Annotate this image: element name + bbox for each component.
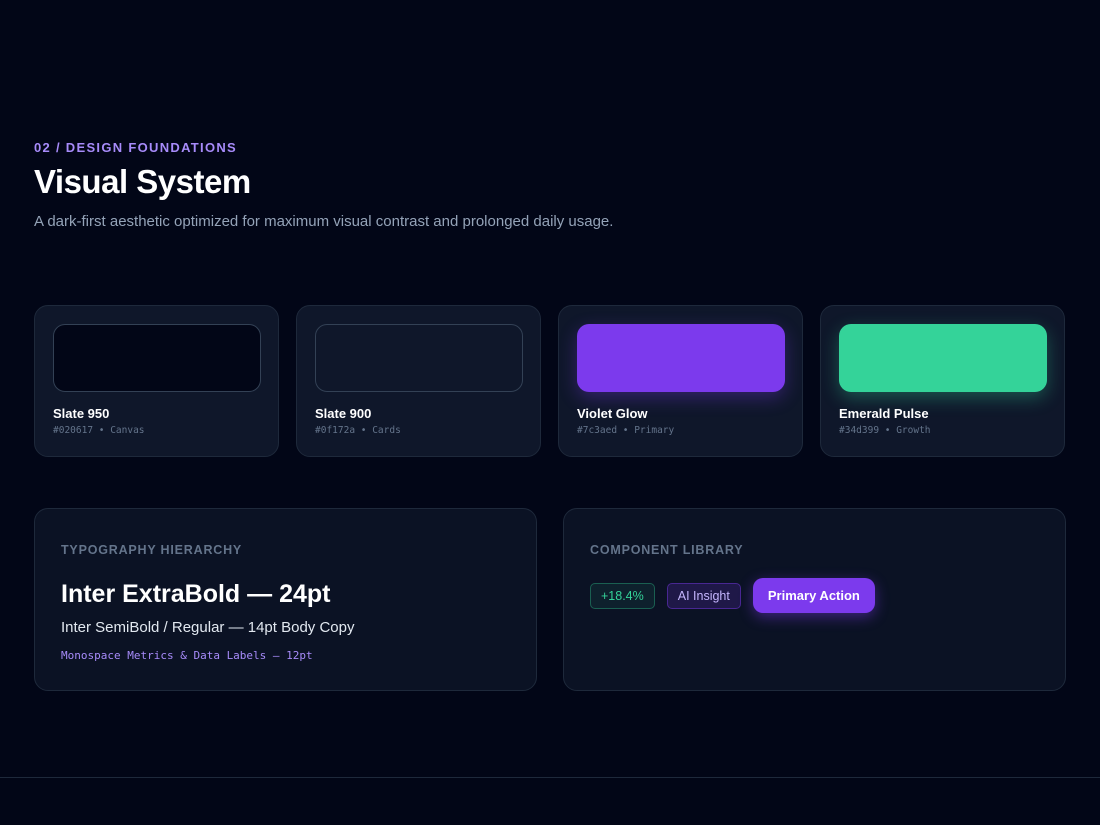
typography-body-sample: Inter SemiBold / Regular — 14pt Body Cop… <box>61 619 355 636</box>
visual-system-page: 02 / DESIGN FOUNDATIONS Visual System A … <box>0 0 1100 825</box>
section-eyebrow: 02 / DESIGN FOUNDATIONS <box>34 140 238 155</box>
page-subtitle: A dark-first aesthetic optimized for max… <box>34 213 614 230</box>
swatch-meta: #7c3aed • Primary <box>577 425 675 436</box>
swatch-name: Violet Glow <box>577 406 648 421</box>
ai-insight-chip[interactable]: AI Insight <box>666 582 741 609</box>
color-swatch <box>577 324 785 392</box>
growth-chip: +18.4% <box>590 582 655 609</box>
panel-label: COMPONENT LIBRARY <box>590 543 744 557</box>
swatch-name: Slate 950 <box>53 406 110 421</box>
color-swatch <box>839 324 1047 392</box>
page-title: Visual System <box>34 163 251 200</box>
swatch-card-slate-900: Slate 900 #0f172a • Cards <box>296 305 541 457</box>
swatch-meta: #020617 • Canvas <box>53 425 145 436</box>
primary-action-button[interactable]: Primary Action <box>752 578 875 613</box>
swatch-name: Slate 900 <box>315 406 372 421</box>
swatch-name: Emerald Pulse <box>839 406 929 421</box>
color-swatch <box>53 324 261 392</box>
swatch-card-emerald-pulse: Emerald Pulse #34d399 • Growth <box>820 305 1065 457</box>
component-library-panel: COMPONENT LIBRARY +18.4% AI Insight Prim… <box>563 508 1066 691</box>
typography-mono-sample: Monospace Metrics & Data Labels — 12pt <box>61 649 313 662</box>
color-swatch <box>315 324 523 392</box>
panel-label: TYPOGRAPHY HIERARCHY <box>61 543 243 557</box>
typography-panel: TYPOGRAPHY HIERARCHY Inter ExtraBold — 2… <box>34 508 537 691</box>
swatch-card-violet-glow: Violet Glow #7c3aed • Primary <box>558 305 803 457</box>
footer-divider <box>0 777 1100 778</box>
swatch-card-slate-950: Slate 950 #020617 • Canvas <box>34 305 279 457</box>
swatch-meta: #34d399 • Growth <box>839 425 931 436</box>
component-row: +18.4% AI Insight Primary Action <box>590 578 875 613</box>
swatch-meta: #0f172a • Cards <box>315 425 401 436</box>
typography-heading-sample: Inter ExtraBold — 24pt <box>61 580 331 608</box>
